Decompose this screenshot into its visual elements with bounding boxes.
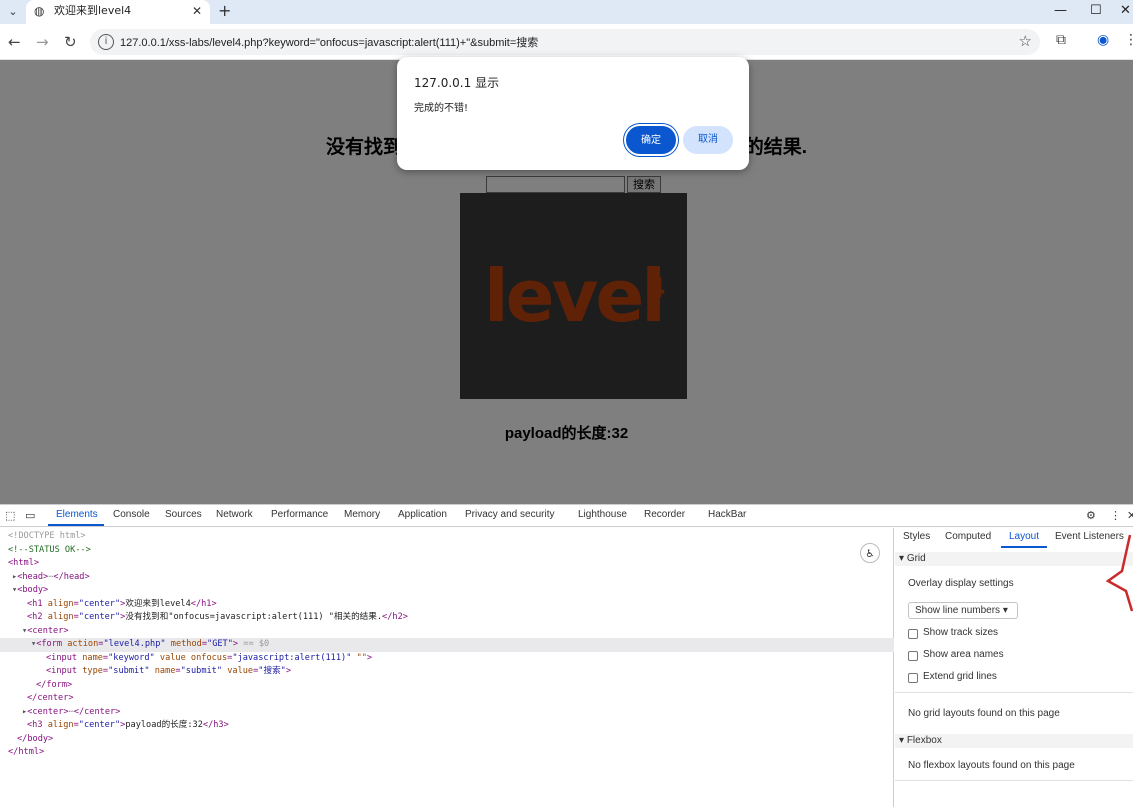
extend-lines-label: Extend grid lines <box>923 671 997 682</box>
dialog-message: 完成的不错! <box>414 103 469 114</box>
dom-line-h3[interactable]: <h3 align="center">payload的长度:32</h3> <box>0 719 894 733</box>
settings-gear-icon[interactable]: ⚙ <box>1086 509 1096 522</box>
dialog-title: 127.0.0.1 显示 <box>414 76 500 90</box>
globe-icon: ◍ <box>34 4 45 18</box>
bookmark-star-icon[interactable]: ☆ <box>1019 32 1032 50</box>
extend-lines-checkbox[interactable] <box>908 673 918 683</box>
dom-line-form-close[interactable]: </form> <box>0 679 894 693</box>
tab-network[interactable]: Network <box>216 509 253 520</box>
tab-elements[interactable]: Elements <box>56 509 98 520</box>
browser-toolbar: ← → ↻ i 127.0.0.1/xss-labs/level4.php?ke… <box>0 24 1133 60</box>
ok-button[interactable]: 确定 <box>626 126 676 154</box>
dom-line-comment[interactable]: <!--STATUS OK--> <box>0 544 894 558</box>
area-names-checkbox[interactable] <box>908 651 918 661</box>
inspect-element-icon[interactable]: ⬚ <box>5 509 15 522</box>
minimize-icon[interactable]: — <box>1054 2 1067 20</box>
cancel-button[interactable]: 取消 <box>683 126 733 154</box>
maximize-icon[interactable]: ☐ <box>1090 2 1102 20</box>
url-text[interactable]: 127.0.0.1/xss-labs/level4.php?keyword="o… <box>120 34 538 50</box>
dom-line-form-selected[interactable]: ▾<form action="level4.php" method="GET">… <box>0 638 894 652</box>
dom-line-html-close[interactable]: </html> <box>0 746 894 760</box>
tab-search-icon[interactable]: ⌄ <box>4 3 22 21</box>
tab-performance[interactable]: Performance <box>271 509 328 520</box>
dom-line-input-submit[interactable]: <input type="submit" name="submit" value… <box>0 665 894 679</box>
close-window-icon[interactable]: ✕ <box>1120 2 1131 20</box>
back-icon[interactable]: ← <box>8 32 21 52</box>
tab-layout[interactable]: Layout <box>1009 531 1039 542</box>
new-tab-icon[interactable]: + <box>218 1 231 21</box>
chevron-down-icon: ▾ <box>1002 605 1008 616</box>
tab-strip: ⌄ ◍ 欢迎来到level4 ✕ + — ☐ ✕ <box>0 0 1133 24</box>
tab-application[interactable]: Application <box>398 509 447 520</box>
address-bar[interactable]: i 127.0.0.1/xss-labs/level4.php?keyword=… <box>90 29 1040 55</box>
site-info-icon[interactable]: i <box>98 34 114 50</box>
more-options-icon[interactable]: ⋮ <box>1110 509 1121 522</box>
device-toolbar-icon[interactable]: ▭ <box>25 509 35 522</box>
tab-sources[interactable]: Sources <box>165 509 202 520</box>
close-tab-icon[interactable]: ✕ <box>192 3 202 19</box>
grid-section-header[interactable]: ▾ Grid <box>895 552 1133 566</box>
dom-line-body[interactable]: ▾<body> <box>0 584 894 598</box>
browser-tab[interactable]: ◍ 欢迎来到level4 ✕ <box>26 0 210 24</box>
dom-line-center[interactable]: ▾<center> <box>0 625 894 639</box>
overlay-settings-label: Overlay display settings <box>908 578 1014 589</box>
dom-line-center-close[interactable]: </center> <box>0 692 894 706</box>
area-names-label: Show area names <box>923 649 1004 660</box>
accessibility-tree-icon[interactable]: ♿ <box>860 543 880 563</box>
flexbox-section-header[interactable]: ▾ Flexbox <box>895 734 1133 748</box>
forward-icon[interactable]: → <box>36 32 49 52</box>
tab-title: 欢迎来到level4 <box>54 4 132 17</box>
dom-line-h2[interactable]: <h2 align="center">没有找到和"onfocus=javascr… <box>0 611 894 625</box>
dom-line-html[interactable]: <html> <box>0 557 894 571</box>
tab-privacy-security[interactable]: Privacy and security <box>465 509 554 520</box>
extensions-icon[interactable]: ⧉ <box>1056 32 1066 48</box>
dom-tree: <!DOCTYPE html> <!--STATUS OK--> <html> … <box>0 528 894 807</box>
dom-line-h1[interactable]: <h1 align="center">欢迎来到level4</h1> <box>0 598 894 612</box>
tab-memory[interactable]: Memory <box>344 509 380 520</box>
active-side-tab-indicator <box>1001 546 1047 548</box>
menu-icon[interactable]: ⋮ <box>1124 32 1133 48</box>
devtools-panel: ⬚ ▭ Elements Console Sources Network Per… <box>0 504 1133 807</box>
tab-styles[interactable]: Styles <box>903 531 930 542</box>
dom-line-input-keyword[interactable]: <input name="keyword" value onfocus="jav… <box>0 652 894 666</box>
close-devtools-icon[interactable]: ✕ <box>1127 509 1133 522</box>
reload-icon[interactable]: ↻ <box>64 32 77 52</box>
tab-computed[interactable]: Computed <box>945 531 991 542</box>
tab-hackbar[interactable]: HackBar <box>708 509 746 520</box>
line-numbers-select[interactable]: Show line numbers ▾ <box>908 602 1018 619</box>
layout-sidebar: Styles Computed Layout Event Listeners ▾… <box>895 528 1133 807</box>
active-tab-indicator <box>48 524 104 526</box>
red-arrow-annotation <box>1105 534 1133 612</box>
profile-icon[interactable]: ◉ <box>1097 32 1109 48</box>
section-divider <box>895 780 1133 781</box>
section-divider <box>895 692 1133 693</box>
devtools-tab-bar: ⬚ ▭ Elements Console Sources Network Per… <box>0 505 1133 527</box>
track-sizes-label: Show track sizes <box>923 627 999 638</box>
dom-line-doctype[interactable]: <!DOCTYPE html> <box>0 530 894 544</box>
no-grid-message: No grid layouts found on this page <box>908 708 1060 719</box>
track-sizes-checkbox[interactable] <box>908 629 918 639</box>
tab-console[interactable]: Console <box>113 509 150 520</box>
tab-recorder[interactable]: Recorder <box>644 509 685 520</box>
tab-lighthouse[interactable]: Lighthouse <box>578 509 627 520</box>
dom-line-center-collapsed[interactable]: ▸<center>⋯</center> <box>0 706 894 720</box>
no-flexbox-message: No flexbox layouts found on this page <box>908 760 1075 771</box>
dom-line-head[interactable]: ▸<head>⋯</head> <box>0 571 894 585</box>
alert-dialog: 127.0.0.1 显示 完成的不错! 确定 取消 <box>397 57 749 170</box>
dom-line-body-close[interactable]: </body> <box>0 733 894 747</box>
